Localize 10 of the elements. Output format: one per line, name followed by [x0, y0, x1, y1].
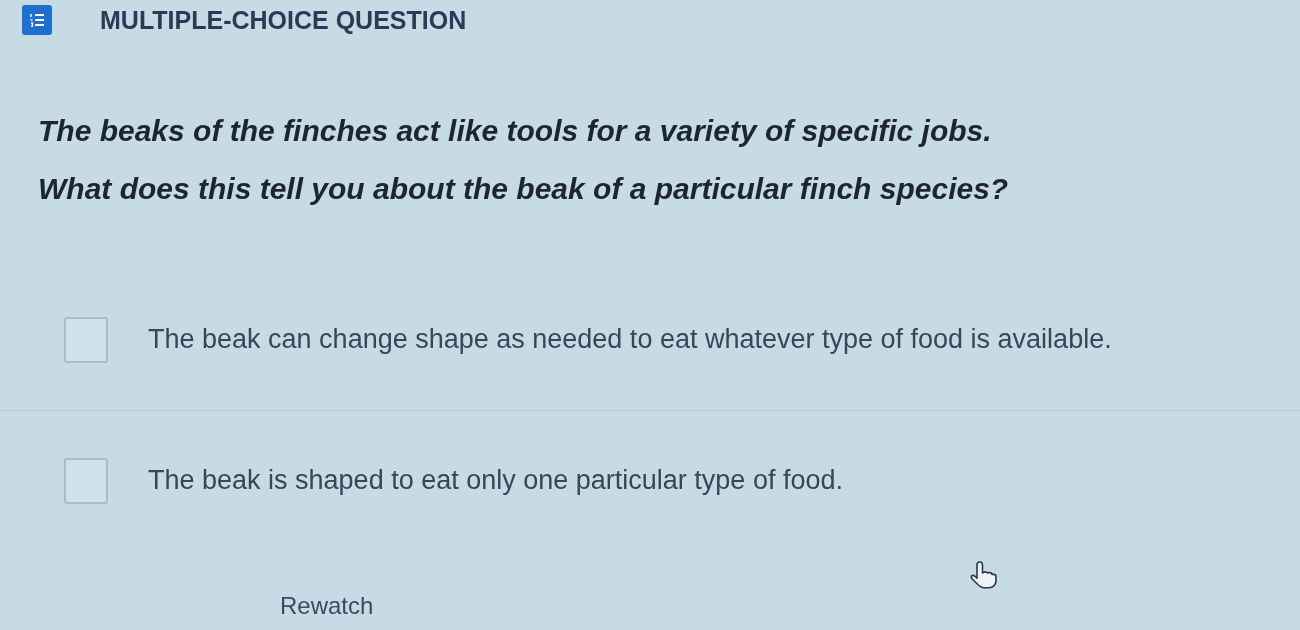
- answer-option-text[interactable]: The beak can change shape as needed to eat whatever type of food is available.: [148, 323, 1112, 357]
- answer-checkbox[interactable]: [64, 317, 108, 363]
- hand-pointer-icon: [968, 560, 1000, 590]
- question-text: What does this tell you about the beak of a particular finch species?: [38, 170, 1009, 207]
- answer-checkbox[interactable]: [64, 457, 108, 504]
- question-type-title: MULTIPLE-CHOICE QUESTION: [100, 7, 467, 33]
- answer-option-text[interactable]: The beak is shaped to eat only one particular type of food.: [148, 463, 843, 498]
- numbered-list-icon: [22, 5, 52, 35]
- question-text: The beaks of the finches act like tools for a variety of specific jobs.: [38, 112, 992, 149]
- rewatch-button[interactable]: Rewatch: [280, 592, 374, 620]
